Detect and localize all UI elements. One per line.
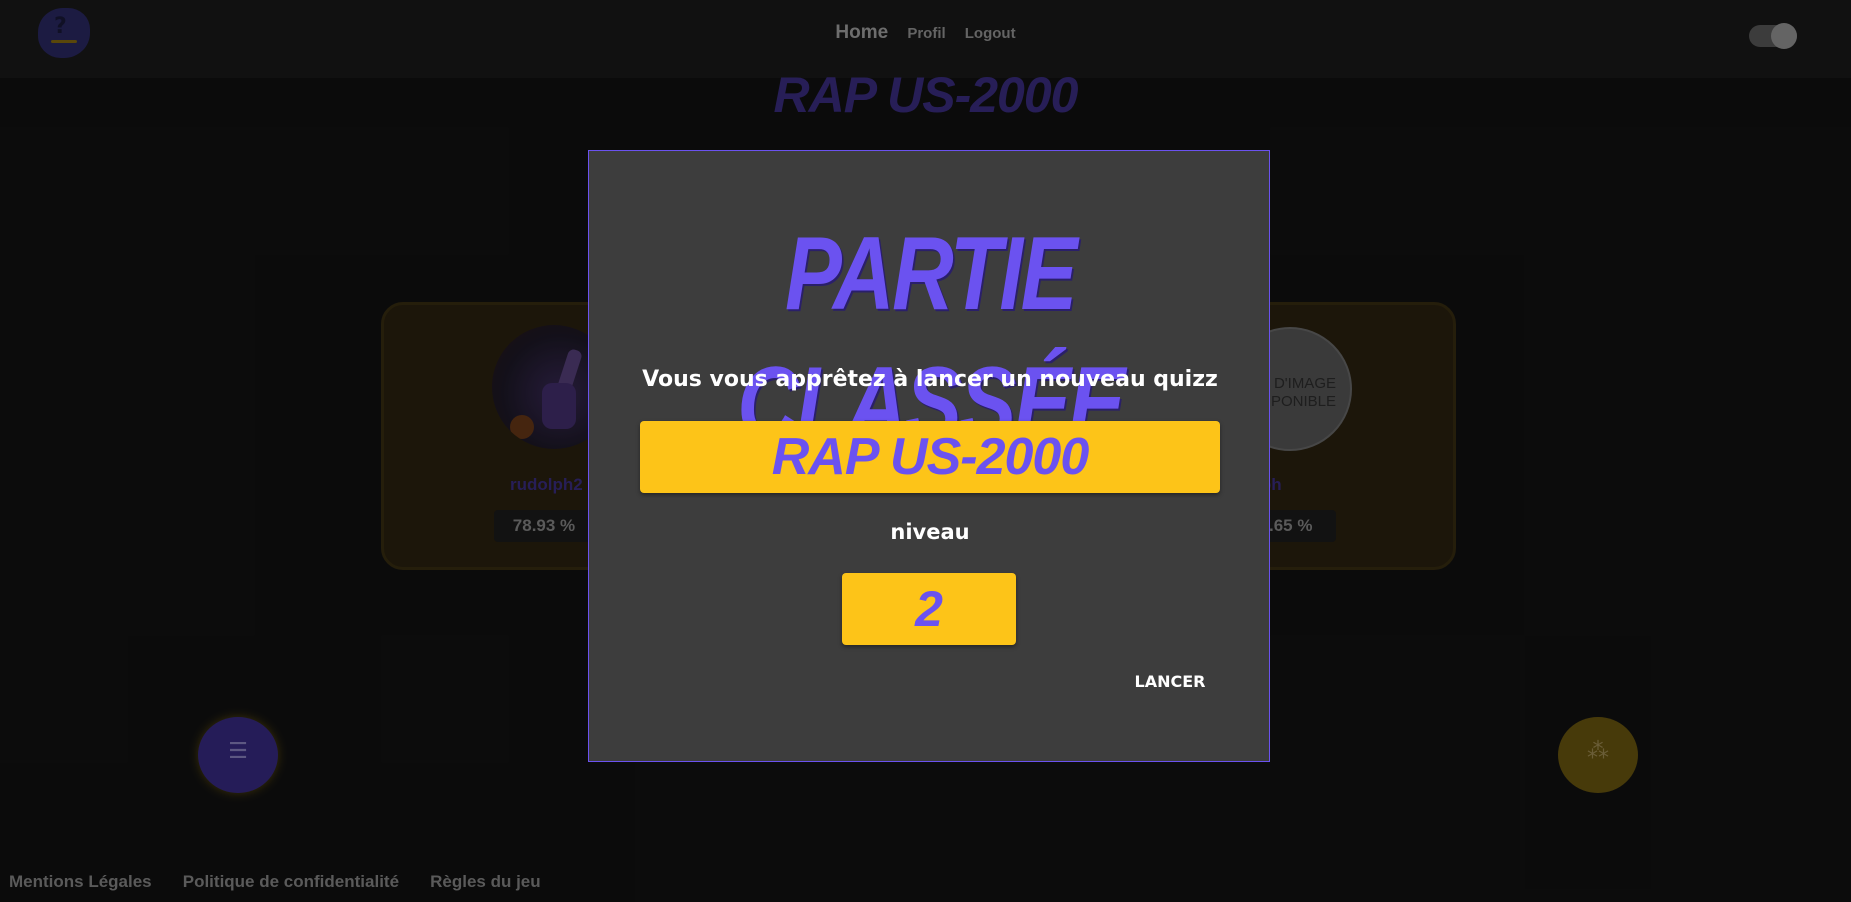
level-label: niveau [890, 520, 970, 544]
modal-subtitle: Vous vous apprêtez à lancer un nouveau q… [642, 367, 1218, 392]
quiz-name-box: RAP US-2000 [640, 421, 1220, 493]
launch-button[interactable]: LANCER [1125, 667, 1215, 697]
level-value-box: 2 [842, 573, 1016, 645]
ranked-game-modal: PARTIE CLASSÉE Vous vous apprêtez à lanc… [588, 150, 1270, 762]
